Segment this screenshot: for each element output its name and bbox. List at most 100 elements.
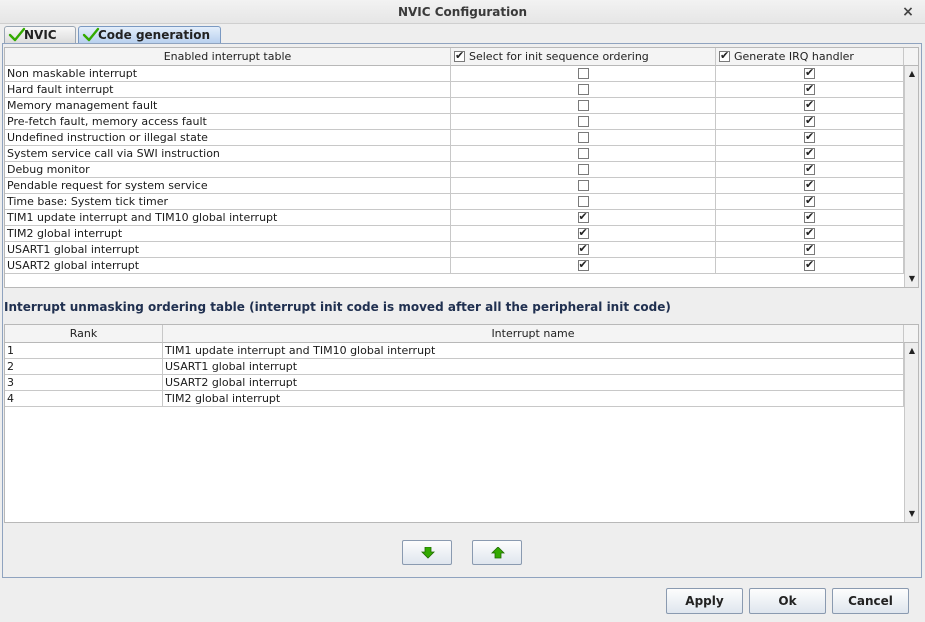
move-up-button[interactable] (472, 540, 522, 565)
irq-handler-cell: ✔ (716, 66, 904, 82)
init-order-checkbox[interactable]: ✔ (577, 242, 589, 255)
init-order-checkbox[interactable] (577, 196, 589, 207)
init-order-cell (451, 146, 716, 162)
init-order-cell: ✔ (451, 242, 716, 258)
table-row[interactable]: Hard fault interrupt ✔ (5, 82, 904, 98)
irq-handler-checkbox[interactable]: ✔ (804, 162, 815, 175)
irq-handler-cell: ✔ (716, 226, 904, 242)
interrupt-name-cell: USART2 global interrupt (5, 258, 451, 274)
scroll-down-icon[interactable]: ▼ (906, 508, 918, 520)
irq-handler-checkbox[interactable]: ✔ (804, 178, 815, 191)
scroll-up-icon[interactable]: ▲ (906, 345, 918, 357)
table-row[interactable]: USART2 global interrupt ✔ ✔ (5, 258, 904, 274)
init-order-checkbox[interactable] (577, 180, 589, 191)
arrow-up-icon (491, 547, 505, 559)
init-order-cell (451, 162, 716, 178)
header-init-order-checkbox[interactable]: ✔ (454, 49, 465, 62)
tab-nvic[interactable]: NVIC (4, 26, 76, 43)
interrupt-name-cell: Hard fault interrupt (5, 82, 451, 98)
table-row[interactable]: TIM2 global interrupt ✔ ✔ (5, 226, 904, 242)
table-row[interactable]: Time base: System tick timer ✔ (5, 194, 904, 210)
rank-cell: 3 (5, 375, 163, 391)
table-row[interactable]: Pre-fetch fault, memory access fault ✔ (5, 114, 904, 130)
irq-handler-cell: ✔ (716, 114, 904, 130)
ordering-table-scrollbar[interactable]: ▲ ▼ (904, 343, 918, 522)
init-order-checkbox[interactable]: ✔ (577, 226, 589, 239)
init-order-checkbox[interactable] (577, 68, 589, 79)
column-header-label: Select for init sequence ordering (469, 50, 649, 63)
irq-handler-cell: ✔ (716, 130, 904, 146)
table-row[interactable]: System service call via SWI instruction ✔ (5, 146, 904, 162)
scroll-down-icon[interactable]: ▼ (906, 273, 918, 285)
init-order-checkbox[interactable] (577, 132, 589, 143)
irq-handler-checkbox[interactable]: ✔ (804, 66, 815, 79)
init-order-checkbox[interactable] (577, 84, 589, 95)
irq-handler-checkbox[interactable]: ✔ (804, 226, 815, 239)
table-row[interactable]: Undefined instruction or illegal state ✔ (5, 130, 904, 146)
irq-handler-cell: ✔ (716, 258, 904, 274)
cancel-button[interactable]: Cancel (832, 588, 909, 614)
rank-cell: 2 (5, 359, 163, 375)
tab-code-generation[interactable]: Code generation (78, 26, 221, 43)
table-row[interactable]: 4 TIM2 global interrupt (5, 391, 904, 407)
interrupt-name-cell: USART1 global interrupt (5, 242, 451, 258)
header-corner (904, 325, 918, 343)
enabled-table-scrollbar[interactable]: ▲ ▼ (904, 66, 918, 287)
init-order-cell: ✔ (451, 210, 716, 226)
table-row[interactable]: Pendable request for system service ✔ (5, 178, 904, 194)
irq-handler-checkbox[interactable]: ✔ (804, 130, 815, 143)
irq-handler-checkbox[interactable]: ✔ (804, 242, 815, 255)
irq-handler-checkbox[interactable]: ✔ (804, 194, 815, 207)
interrupt-name-cell: Pendable request for system service (5, 178, 451, 194)
init-order-checkbox[interactable] (577, 148, 589, 159)
table-row[interactable]: 1 TIM1 update interrupt and TIM10 global … (5, 343, 904, 359)
ordering-table: Rank Interrupt name 1 TIM1 update interru… (4, 324, 919, 523)
move-down-button[interactable] (402, 540, 452, 565)
column-header-label: Interrupt name (491, 327, 575, 340)
arrow-down-icon (421, 547, 435, 559)
column-header-label: Enabled interrupt table (163, 50, 292, 63)
table-row[interactable]: Debug monitor ✔ (5, 162, 904, 178)
irq-handler-checkbox[interactable]: ✔ (804, 82, 815, 95)
close-icon[interactable]: × (901, 0, 915, 24)
column-header-interrupt[interactable]: Enabled interrupt table (5, 48, 451, 66)
irq-handler-cell: ✔ (716, 178, 904, 194)
column-header-interrupt-name[interactable]: Interrupt name (163, 325, 904, 343)
table-row[interactable]: 2 USART1 global interrupt (5, 359, 904, 375)
init-order-cell (451, 194, 716, 210)
init-order-checkbox[interactable] (577, 164, 589, 175)
init-order-checkbox[interactable]: ✔ (577, 210, 589, 223)
table-row[interactable]: USART1 global interrupt ✔ ✔ (5, 242, 904, 258)
ok-button[interactable]: Ok (749, 588, 826, 614)
init-order-cell (451, 114, 716, 130)
irq-handler-checkbox[interactable]: ✔ (804, 258, 815, 271)
irq-handler-checkbox[interactable]: ✔ (804, 146, 815, 159)
table-row[interactable]: 3 USART2 global interrupt (5, 375, 904, 391)
column-header-init-order[interactable]: ✔ Select for init sequence ordering (451, 48, 716, 66)
init-order-cell (451, 98, 716, 114)
table-row[interactable]: Memory management fault ✔ (5, 98, 904, 114)
irq-handler-checkbox[interactable]: ✔ (804, 210, 815, 223)
interrupt-name-cell: Undefined instruction or illegal state (5, 130, 451, 146)
column-header-rank[interactable]: Rank (5, 325, 163, 343)
init-order-checkbox[interactable] (577, 100, 589, 111)
interrupt-name-cell: Time base: System tick timer (5, 194, 451, 210)
irq-handler-checkbox[interactable]: ✔ (804, 98, 815, 111)
header-irq-handler-checkbox[interactable]: ✔ (719, 49, 730, 62)
init-order-checkbox[interactable]: ✔ (577, 258, 589, 271)
init-order-cell: ✔ (451, 226, 716, 242)
table-row[interactable]: TIM1 update interrupt and TIM10 global i… (5, 210, 904, 226)
init-order-checkbox[interactable] (577, 116, 589, 127)
irq-handler-cell: ✔ (716, 194, 904, 210)
apply-button[interactable]: Apply (666, 588, 743, 614)
table-row[interactable]: Non maskable interrupt ✔ (5, 66, 904, 82)
irq-handler-cell: ✔ (716, 162, 904, 178)
scroll-up-icon[interactable]: ▲ (906, 68, 918, 80)
irq-handler-checkbox[interactable]: ✔ (804, 114, 815, 127)
irq-handler-cell: ✔ (716, 82, 904, 98)
init-order-cell: ✔ (451, 258, 716, 274)
header-corner (904, 48, 918, 66)
interrupt-name-cell: Non maskable interrupt (5, 66, 451, 82)
interrupt-name-cell: Pre-fetch fault, memory access fault (5, 114, 451, 130)
column-header-irq-handler[interactable]: ✔ Generate IRQ handler (716, 48, 904, 66)
